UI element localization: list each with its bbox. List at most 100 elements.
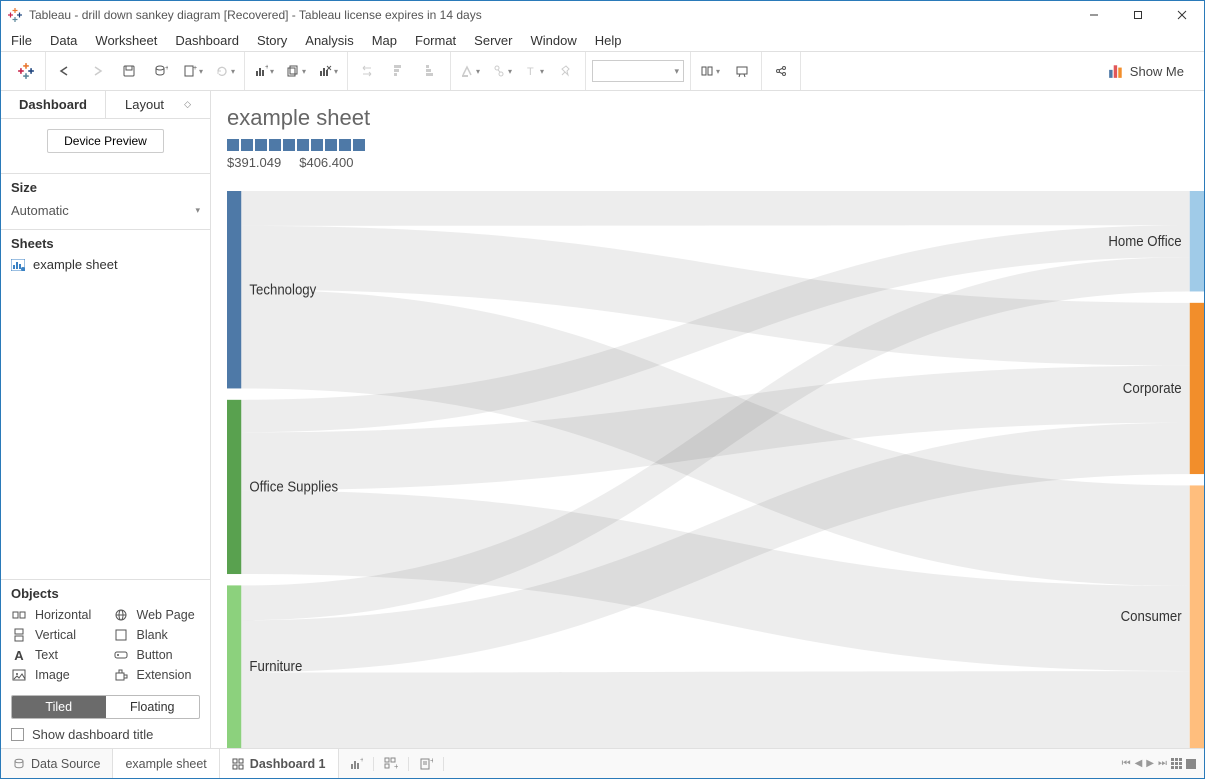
close-button[interactable]: [1160, 1, 1204, 29]
window-title: Tableau - drill down sankey diagram [Rec…: [29, 8, 1072, 22]
objects-label: Objects: [11, 586, 200, 601]
object-blank[interactable]: Blank: [113, 627, 201, 643]
menu-format[interactable]: Format: [415, 33, 456, 48]
show-me-icon: [1108, 63, 1124, 79]
vertical-icon: [11, 627, 27, 643]
new-worksheet-dropdown[interactable]: +: [180, 58, 206, 84]
menu-dashboard[interactable]: Dashboard: [175, 33, 239, 48]
show-title-label: Show dashboard title: [32, 727, 153, 742]
objects-section: Objects Horizontal Web Page Vertical Bla…: [1, 579, 210, 748]
sheet-pager[interactable]: ⏮◀▶⏭: [1114, 758, 1204, 769]
group-dropdown[interactable]: [489, 58, 515, 84]
menubar: File Data Worksheet Dashboard Story Anal…: [1, 29, 1204, 51]
svg-text:T: T: [527, 66, 534, 78]
svg-text:+: +: [360, 757, 363, 764]
new-story-icon: +: [419, 757, 433, 771]
color-legend[interactable]: [227, 139, 1188, 151]
new-data-button[interactable]: +: [148, 58, 174, 84]
tab-example-sheet[interactable]: example sheet: [113, 749, 219, 778]
tab-layout[interactable]: Layout◇: [106, 91, 210, 118]
svg-text:+: +: [265, 64, 268, 71]
show-me-button[interactable]: Show Me: [1094, 63, 1198, 79]
object-horizontal[interactable]: Horizontal: [11, 607, 99, 623]
show-title-checkbox[interactable]: Show dashboard title: [11, 727, 200, 742]
svg-text:Office Supplies: Office Supplies: [249, 478, 338, 495]
show-me-label: Show Me: [1130, 64, 1184, 79]
blank-icon: [113, 627, 129, 643]
tab-data-source[interactable]: Data Source: [1, 749, 113, 778]
undo-button[interactable]: [52, 58, 78, 84]
labels-dropdown[interactable]: T: [521, 58, 547, 84]
tab-dashboard-1[interactable]: Dashboard 1: [220, 749, 339, 778]
globe-icon: [113, 607, 129, 623]
new-story-tab[interactable]: +: [409, 757, 444, 771]
minimize-button[interactable]: [1072, 1, 1116, 29]
pin-button[interactable]: [553, 58, 579, 84]
sheet-title: example sheet: [227, 105, 1188, 131]
size-label: Size: [1, 174, 210, 197]
new-worksheet-icon: +: [349, 757, 363, 771]
fit-dropdown[interactable]: ▾: [592, 60, 684, 82]
new-sheet-dropdown[interactable]: +: [251, 58, 277, 84]
dashboard-panel: Dashboard Layout◇ Device Preview Size Au…: [1, 91, 211, 748]
swap-axes-button[interactable]: [354, 58, 380, 84]
legend-max: $406.400: [299, 155, 353, 170]
object-text[interactable]: AText: [11, 647, 99, 663]
horizontal-icon: [11, 607, 27, 623]
highlight-dropdown[interactable]: [457, 58, 483, 84]
menu-file[interactable]: File: [11, 33, 32, 48]
legend-min: $391.049: [227, 155, 281, 170]
tableau-icon[interactable]: [13, 58, 39, 84]
share-button[interactable]: [768, 58, 794, 84]
sheets-label: Sheets: [1, 229, 210, 253]
button-icon: [113, 647, 129, 663]
object-image[interactable]: Image: [11, 667, 99, 683]
menu-worksheet[interactable]: Worksheet: [95, 33, 157, 48]
maximize-button[interactable]: [1116, 1, 1160, 29]
svg-text:+: +: [193, 65, 197, 72]
object-vertical[interactable]: Vertical: [11, 627, 99, 643]
sort-desc-button[interactable]: [418, 58, 444, 84]
menu-data[interactable]: Data: [50, 33, 77, 48]
tile-float-toggle[interactable]: Tiled Floating: [11, 695, 200, 719]
redo-button[interactable]: [84, 58, 110, 84]
sankey-chart[interactable]: TechnologyOffice SuppliesFurnitureHome O…: [227, 191, 1204, 748]
save-button[interactable]: [116, 58, 142, 84]
object-extension[interactable]: Extension: [113, 667, 201, 683]
filmstrip-icon[interactable]: [1171, 758, 1182, 769]
menu-analysis[interactable]: Analysis: [305, 33, 353, 48]
datasource-icon: [13, 758, 25, 770]
titlebar: Tableau - drill down sankey diagram [Rec…: [1, 1, 1204, 29]
new-dashboard-tab[interactable]: +: [374, 757, 409, 771]
size-dropdown[interactable]: Automatic▾: [11, 201, 200, 221]
show-cards-dropdown[interactable]: [697, 58, 723, 84]
device-preview-button[interactable]: Device Preview: [47, 129, 164, 153]
menu-map[interactable]: Map: [372, 33, 397, 48]
worksheet-icon: [11, 259, 25, 271]
new-worksheet-tab[interactable]: +: [339, 757, 374, 771]
text-icon: A: [11, 647, 27, 663]
toolbar: + + + T ▾ Show Me: [1, 51, 1204, 91]
tiled-option[interactable]: Tiled: [12, 696, 106, 718]
duplicate-sheet-dropdown[interactable]: [283, 58, 309, 84]
tableau-logo-icon: [7, 7, 23, 23]
bottom-tab-bar: Data Source example sheet Dashboard 1 + …: [1, 748, 1204, 778]
dashboard-canvas[interactable]: example sheet $391.049 $406.400 Technolo…: [211, 91, 1204, 748]
svg-text:+: +: [430, 757, 433, 765]
sheet-item-example[interactable]: example sheet: [1, 253, 210, 276]
menu-story[interactable]: Story: [257, 33, 287, 48]
clear-sheet-dropdown[interactable]: [315, 58, 341, 84]
refresh-dropdown[interactable]: [212, 58, 238, 84]
menu-window[interactable]: Window: [530, 33, 576, 48]
svg-text:Furniture: Furniture: [249, 658, 302, 675]
object-button[interactable]: Button: [113, 647, 201, 663]
object-webpage[interactable]: Web Page: [113, 607, 201, 623]
image-icon: [11, 667, 27, 683]
sort-asc-button[interactable]: [386, 58, 412, 84]
floating-option[interactable]: Floating: [106, 696, 200, 718]
tab-dashboard[interactable]: Dashboard: [1, 91, 106, 118]
presentation-button[interactable]: [729, 58, 755, 84]
show-sheet-icon[interactable]: [1186, 759, 1196, 769]
menu-server[interactable]: Server: [474, 33, 512, 48]
menu-help[interactable]: Help: [595, 33, 622, 48]
